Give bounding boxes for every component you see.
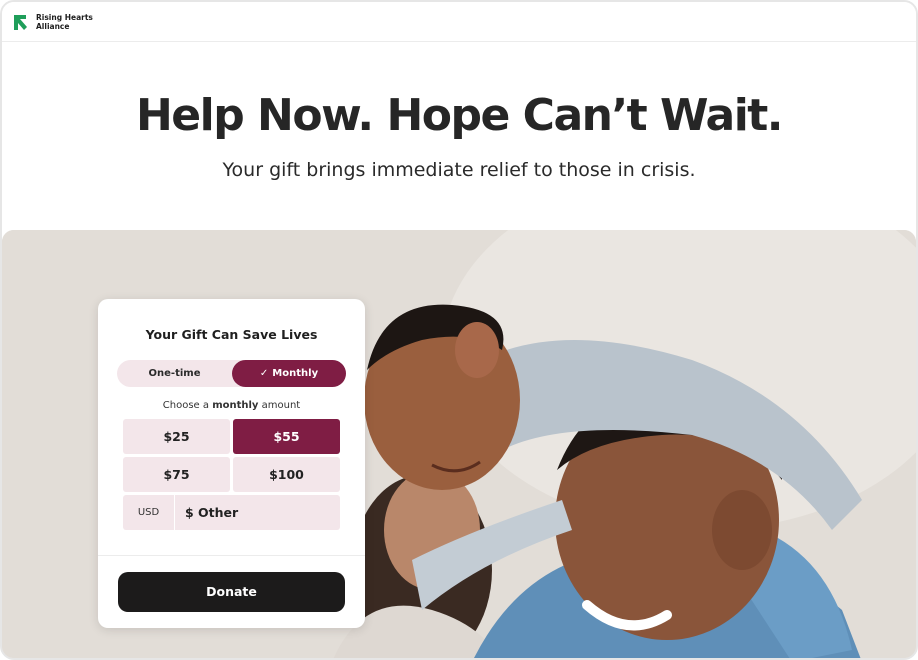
amount-option-55[interactable]: $55 bbox=[233, 419, 340, 454]
brand-logo[interactable]: Rising Hearts Alliance bbox=[11, 11, 93, 33]
other-amount-field[interactable]: USD $ Other bbox=[123, 495, 340, 530]
frequency-option-monthly[interactable]: ✓ Monthly bbox=[232, 360, 346, 387]
other-amount-input[interactable]: $ Other bbox=[185, 495, 238, 530]
card-title: Your Gift Can Save Lives bbox=[145, 327, 318, 342]
amount-option-75[interactable]: $75 bbox=[123, 457, 230, 492]
brand-name: Rising Hearts Alliance bbox=[36, 13, 93, 31]
amount-instruction: Choose a monthly amount bbox=[98, 400, 365, 411]
frequency-option-monthly-label: Monthly bbox=[272, 368, 319, 379]
amount-option-100[interactable]: $100 bbox=[233, 457, 340, 492]
amount-instruction-suffix: amount bbox=[261, 400, 301, 411]
check-icon: ✓ bbox=[259, 368, 269, 379]
frequency-toggle: One-time ✓ Monthly bbox=[117, 360, 346, 387]
amount-instruction-prefix: Choose a bbox=[162, 400, 209, 411]
hero-subtitle: Your gift brings immediate relief to tho… bbox=[222, 159, 696, 181]
donation-card: Your Gift Can Save Lives One-time ✓ Month… bbox=[98, 299, 365, 628]
arrow-logo-icon bbox=[14, 15, 27, 30]
amount-instruction-frequency: monthly bbox=[212, 400, 259, 411]
header-bar: Rising Hearts Alliance bbox=[2, 2, 916, 42]
frequency-option-one-time[interactable]: One-time bbox=[117, 360, 232, 387]
page-frame: Rising Hearts Alliance Help Now. Hope Ca… bbox=[0, 0, 918, 660]
currency-label: USD bbox=[123, 495, 175, 530]
brand-name-line2: Alliance bbox=[36, 22, 70, 31]
amount-option-25[interactable]: $25 bbox=[123, 419, 230, 454]
hero-title: Help Now. Hope Can’t Wait. bbox=[135, 90, 784, 141]
brand-name-line1: Rising Hearts bbox=[36, 13, 93, 22]
donate-button[interactable]: Donate bbox=[118, 572, 345, 612]
card-divider bbox=[98, 555, 365, 556]
